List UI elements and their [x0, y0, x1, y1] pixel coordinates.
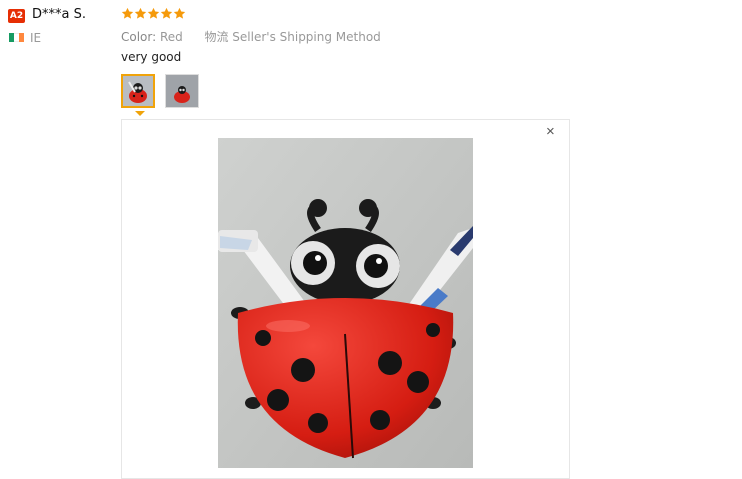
ladybug-thumbnail-image	[123, 76, 153, 106]
star-icon	[121, 7, 134, 19]
color-label: Color:	[121, 30, 157, 44]
thumbnail-2[interactable]	[165, 74, 199, 108]
level-badge: A2	[8, 9, 25, 23]
active-thumbnail-indicator	[135, 111, 145, 116]
ireland-flag-icon	[9, 33, 24, 42]
color-value: Red	[160, 30, 183, 44]
thumbnail-1[interactable]	[121, 74, 155, 108]
star-icon	[134, 7, 147, 19]
feedback-text: very good	[121, 50, 182, 64]
review-photo[interactable]	[218, 138, 473, 468]
rating-stars	[121, 7, 186, 20]
order-info: Color: Red 物流 Seller's Shipping Method	[121, 28, 381, 45]
ladybug-thumbnail-image	[166, 75, 198, 107]
reviewer-name: D***a S.	[32, 7, 86, 22]
star-icon	[160, 7, 173, 19]
shipping-method: 物流 Seller's Shipping Method	[204, 30, 381, 44]
close-icon[interactable]: ×	[546, 124, 555, 139]
star-icon	[147, 7, 160, 19]
star-icon	[173, 7, 186, 19]
country-code: IE	[30, 31, 42, 45]
